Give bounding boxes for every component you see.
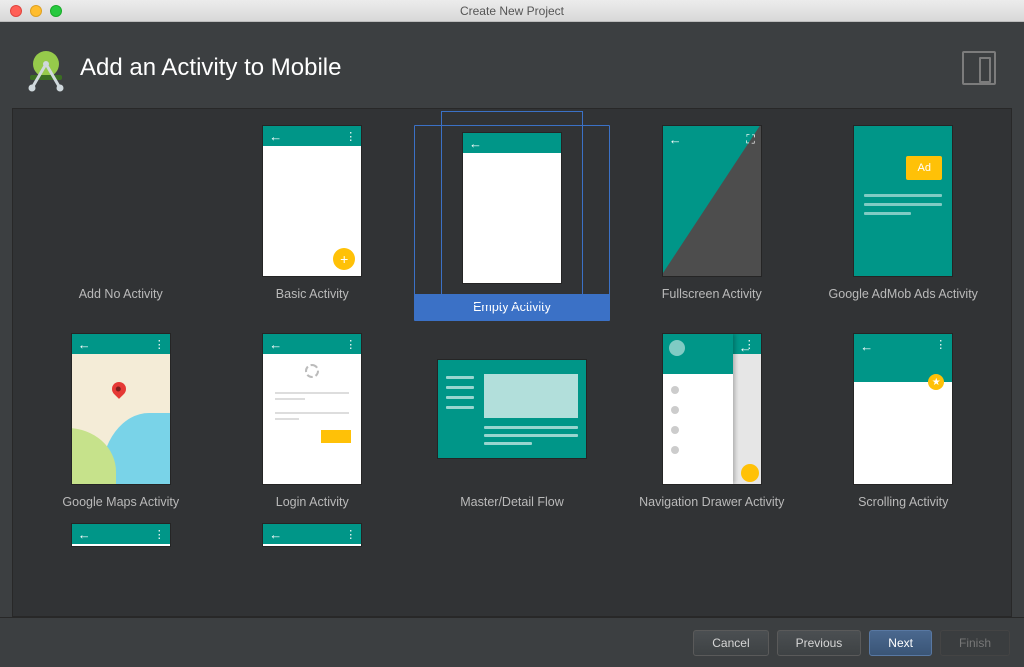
activity-label: Google AdMob Ads Activity xyxy=(829,287,978,303)
thumbnail-login-activity: ←⋮ xyxy=(262,333,362,485)
activity-option-master-detail-flow[interactable]: Master/Detail Flow xyxy=(414,333,610,511)
back-arrow-icon: ← xyxy=(669,132,682,147)
fab-icon xyxy=(741,464,759,482)
thumbnail-empty-activity: ← xyxy=(462,132,562,284)
thumbnail-google-maps-activity: ←⋮ xyxy=(71,333,171,485)
finish-button: Finish xyxy=(940,630,1010,656)
activity-label: Basic Activity xyxy=(276,287,349,303)
overflow-icon: ⋮ xyxy=(345,130,355,143)
avatar-icon xyxy=(305,364,319,378)
overflow-icon: ⋮ xyxy=(345,528,355,541)
activity-label: Login Activity xyxy=(276,495,349,511)
activity-label: Master/Detail Flow xyxy=(460,495,564,511)
fullscreen-icon: ⛶ xyxy=(746,132,754,147)
back-arrow-icon: ← xyxy=(469,137,482,150)
android-studio-logo-icon xyxy=(18,40,74,96)
thumbnail-basic-activity: ← ⋮ + xyxy=(262,125,362,277)
activity-label: Add No Activity xyxy=(79,287,163,303)
activity-label: Fullscreen Activity xyxy=(662,287,762,303)
thumbnail-navigation-drawer-activity: ← ⋮ xyxy=(662,333,762,485)
activity-label: Scrolling Activity xyxy=(858,495,948,511)
activity-option-partial-1[interactable]: ←⋮ xyxy=(31,523,211,547)
activity-option-login-activity[interactable]: ←⋮ Login Activity xyxy=(223,333,403,511)
activity-option-partial-2[interactable]: ←⋮ xyxy=(223,523,403,547)
avatar-icon xyxy=(669,340,685,356)
previous-button[interactable]: Previous xyxy=(777,630,862,656)
star-icon: ★ xyxy=(928,374,944,390)
thumbnail-scrolling-activity: ← ⋮ ★ xyxy=(853,333,953,485)
activity-gallery: Add No Activity ←⋮ + Basic Activity ← Em… xyxy=(12,108,1012,617)
thumbnail-fullscreen-activity: ← ⛶ xyxy=(662,125,762,277)
activity-label: Navigation Drawer Activity xyxy=(639,495,784,511)
back-arrow-icon: ← xyxy=(269,130,282,143)
activity-option-basic-activity[interactable]: ← ⋮ + Basic Activity xyxy=(223,125,403,321)
activity-label: Empty Activity xyxy=(415,294,609,320)
back-arrow-icon: ← xyxy=(78,338,91,351)
overflow-icon: ⋮ xyxy=(935,338,946,351)
activity-option-admob-activity[interactable]: Ad Google AdMob Ads Activity xyxy=(814,125,994,321)
activity-option-scrolling-activity[interactable]: ← ⋮ ★ Scrolling Activity xyxy=(814,333,994,511)
overflow-icon: ⋮ xyxy=(345,338,355,351)
window-titlebar: Create New Project xyxy=(0,0,1024,22)
form-factor-icon xyxy=(962,51,996,85)
overflow-icon: ⋮ xyxy=(154,338,164,351)
thumbnail-admob-activity: Ad xyxy=(853,125,953,277)
page-heading: Add an Activity to Mobile xyxy=(80,54,341,82)
back-arrow-icon: ← xyxy=(269,338,282,351)
window-title: Create New Project xyxy=(0,4,1024,18)
thumbnail-partial: ←⋮ xyxy=(262,523,362,547)
activity-label: Google Maps Activity xyxy=(62,495,179,511)
activity-option-navigation-drawer-activity[interactable]: ← ⋮ Navigation Drawer Activity xyxy=(622,333,802,511)
activity-option-fullscreen-activity[interactable]: ← ⛶ Fullscreen Activity xyxy=(622,125,802,321)
overflow-icon: ⋮ xyxy=(154,528,164,541)
next-button[interactable]: Next xyxy=(869,630,932,656)
fab-icon: + xyxy=(333,248,355,270)
back-arrow-icon: ← xyxy=(269,528,282,541)
back-arrow-icon: ← xyxy=(860,339,873,354)
wizard-footer: Cancel Previous Next Finish xyxy=(0,617,1024,667)
back-arrow-icon: ← xyxy=(78,528,91,541)
thumbnail-no-activity xyxy=(71,125,171,277)
thumbnail-master-detail-flow xyxy=(437,359,587,459)
thumbnail-partial: ←⋮ xyxy=(71,523,171,547)
ad-badge: Ad xyxy=(906,156,942,180)
overflow-icon: ⋮ xyxy=(744,338,755,351)
map-pin-icon xyxy=(109,379,129,399)
activity-option-add-no-activity[interactable]: Add No Activity xyxy=(31,125,211,321)
cancel-button[interactable]: Cancel xyxy=(693,630,768,656)
activity-option-empty-activity[interactable]: ← Empty Activity xyxy=(414,125,610,321)
activity-option-google-maps-activity[interactable]: ←⋮ Google Maps Activity xyxy=(31,333,211,511)
